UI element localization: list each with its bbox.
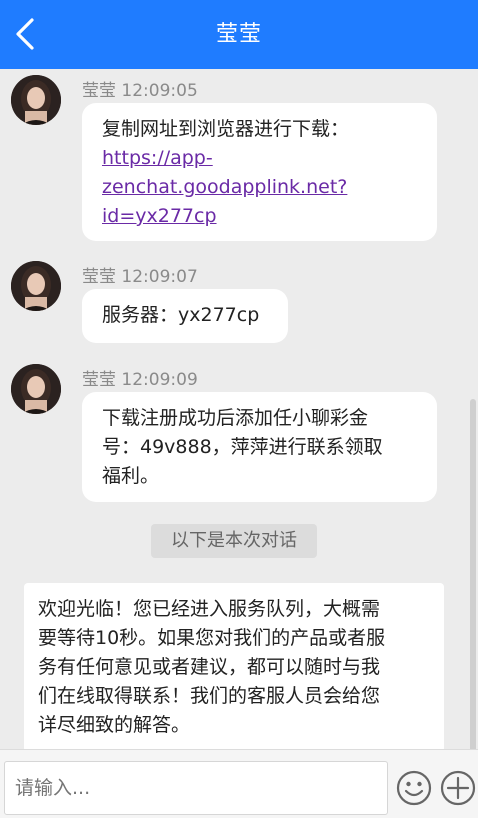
page-title: 莹莹 — [215, 22, 262, 47]
chat-area[interactable]: 莹莹 12:09:05 复制网址到浏览器进行下载： https://app- z… — [0, 69, 478, 749]
message-line: 下载注册成功后添加任小聊彩金 — [102, 407, 369, 429]
avatar[interactable] — [11, 75, 61, 125]
scrollbar[interactable] — [470, 399, 476, 749]
header-bar: 莹莹 — [0, 0, 478, 69]
welcome-line: 们在线取得联系！我们的客服人员会给您 — [38, 685, 381, 707]
message-bubble: 下载注册成功后添加任小聊彩金 号：49v888，萍萍进行联系领取 福利。 — [82, 392, 437, 502]
smiley-icon — [396, 770, 432, 806]
message-text: 服务器：yx277cp — [102, 304, 260, 326]
message-time: 12:09:07 — [121, 267, 198, 287]
message-line: 号：49v888，萍萍进行联系领取 — [102, 436, 383, 458]
welcome-message: 欢迎光临！您已经进入服务队列，大概需 要等待10秒。如果您对我们的产品或者服 务… — [24, 583, 444, 749]
message-text: 复制网址到浏览器进行下载： — [102, 118, 350, 140]
welcome-line: 欢迎光临！您已经进入服务队列，大概需 — [38, 598, 381, 620]
message-bubble: 复制网址到浏览器进行下载： https://app- zenchat.gooda… — [82, 103, 437, 241]
input-bar — [0, 749, 478, 818]
download-link[interactable]: https://app- zenchat.goodapplink.net? id… — [102, 147, 347, 227]
add-button[interactable] — [440, 770, 476, 806]
welcome-line: 务有任何意见或者建议，都可以随时与我 — [38, 656, 381, 678]
message-input[interactable] — [4, 761, 388, 815]
sender-name: 莹莹 — [82, 267, 116, 287]
avatar[interactable] — [11, 261, 61, 311]
message-meta: 莹莹 12:09:05 — [82, 76, 198, 101]
message-time: 12:09:05 — [121, 81, 198, 101]
message-meta: 莹莹 12:09:09 — [82, 365, 198, 390]
message-time: 12:09:09 — [121, 370, 198, 390]
emoji-button[interactable] — [396, 770, 432, 806]
sender-name: 莹莹 — [82, 81, 116, 101]
sender-name: 莹莹 — [82, 370, 116, 390]
conversation-divider: 以下是本次对话 — [151, 524, 317, 558]
message-line: 福利。 — [102, 465, 160, 487]
welcome-line: 要等待10秒。如果您对我们的产品或者服 — [38, 627, 386, 649]
plus-circle-icon — [440, 770, 476, 806]
message-meta: 莹莹 12:09:07 — [82, 262, 198, 287]
avatar[interactable] — [11, 364, 61, 414]
welcome-line: 详尽细致的解答。 — [38, 714, 191, 736]
message-bubble: 服务器：yx277cp — [82, 289, 288, 343]
